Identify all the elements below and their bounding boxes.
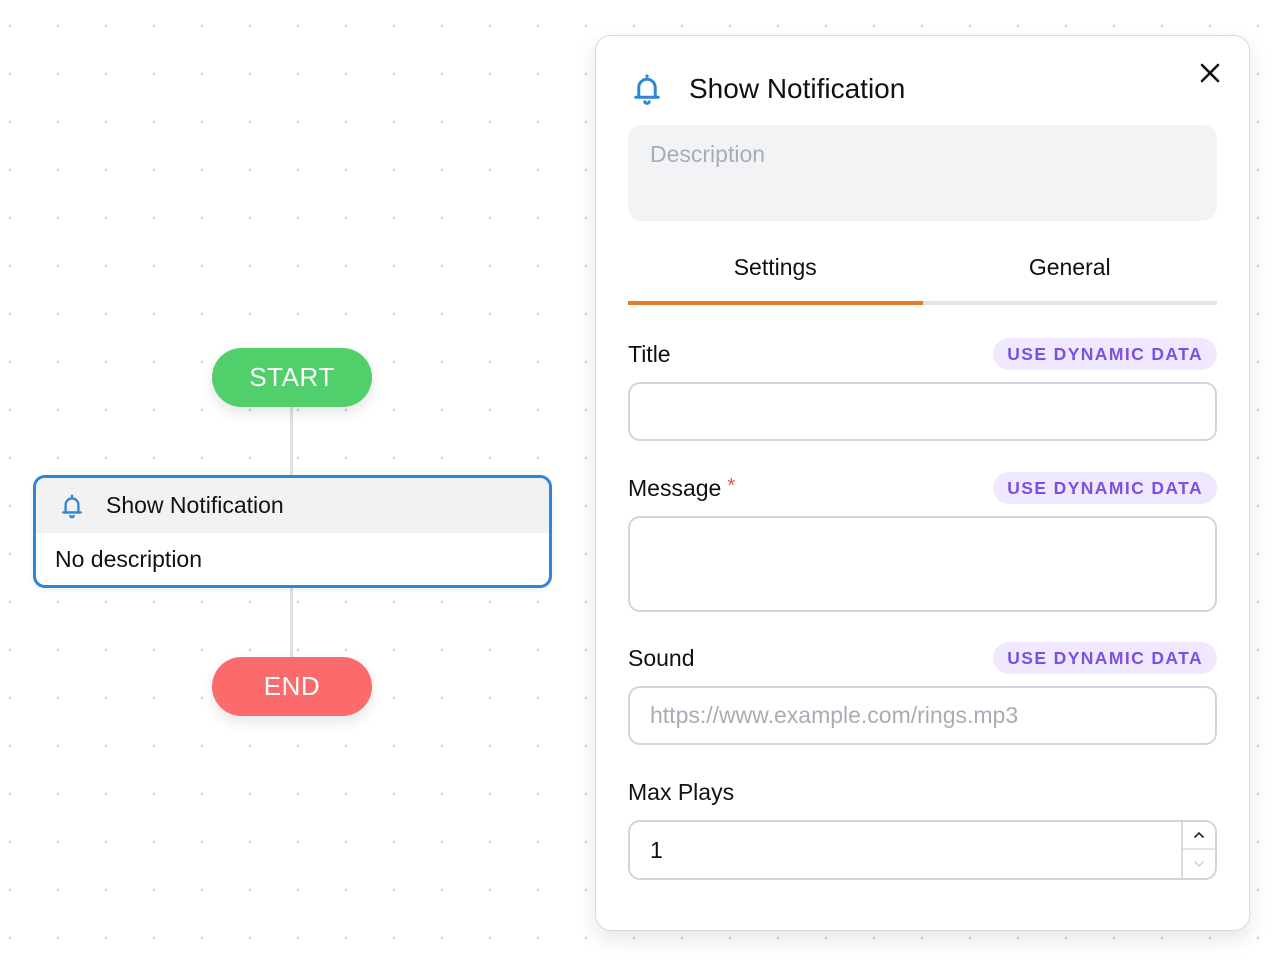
tab-settings[interactable]: Settings [628,251,923,305]
sound-use-dynamic-data-button[interactable]: USE DYNAMIC DATA [993,642,1217,674]
title-field: Title USE DYNAMIC DATA [628,338,1217,441]
max-plays-value[interactable]: 1 [650,822,663,878]
max-plays-field: Max Plays 1 [628,776,1217,880]
node-settings-panel: Show Notification Settings General Title… [595,35,1250,931]
panel-title: Show Notification [689,73,906,104]
sound-url-input[interactable] [628,686,1217,745]
decrement-button[interactable] [1183,850,1215,878]
start-label: START [249,362,335,392]
chevron-up-icon [1193,831,1205,839]
panel-header: Show Notification [629,70,905,108]
node-title: Show Notification [106,492,284,518]
close-button[interactable] [1195,58,1225,88]
tab-general[interactable]: General [922,251,1217,305]
description-input[interactable] [628,125,1217,221]
tab-general-label: General [1028,254,1111,280]
message-label: Message [628,474,722,501]
bell-icon [62,494,82,518]
show-notification-node[interactable]: Show Notification No description [33,475,552,588]
close-icon [1200,63,1220,83]
title-use-dynamic-data-button[interactable]: USE DYNAMIC DATA [993,338,1217,370]
sound-field: Sound USE DYNAMIC DATA [628,642,1217,745]
max-plays-label: Max Plays [628,778,735,805]
spin-buttons [1181,822,1215,878]
message-field: Message * USE DYNAMIC DATA [628,472,1217,617]
message-label-wrap: Message * [628,475,735,502]
message-use-dynamic-data-button[interactable]: USE DYNAMIC DATA [993,472,1217,504]
edge-node-to-end [290,586,293,660]
end-label: END [263,671,321,701]
required-indicator: * [727,474,736,497]
bell-icon [634,74,660,105]
increment-button[interactable] [1183,822,1215,850]
end-node[interactable]: END [212,657,372,716]
start-node[interactable]: START [212,348,372,407]
title-input[interactable] [628,382,1217,441]
chevron-down-icon [1194,861,1204,867]
node-description: No description [55,545,203,572]
sound-label: Sound [628,644,695,671]
tab-settings-label: Settings [733,254,817,280]
node-header: Show Notification [36,478,549,533]
message-input[interactable] [628,516,1217,612]
edge-start-to-node [290,404,293,480]
panel-tabs: Settings General [628,251,1217,305]
title-label: Title [628,340,671,367]
max-plays-stepper[interactable]: 1 [628,820,1217,880]
node-body: No description [36,533,549,585]
